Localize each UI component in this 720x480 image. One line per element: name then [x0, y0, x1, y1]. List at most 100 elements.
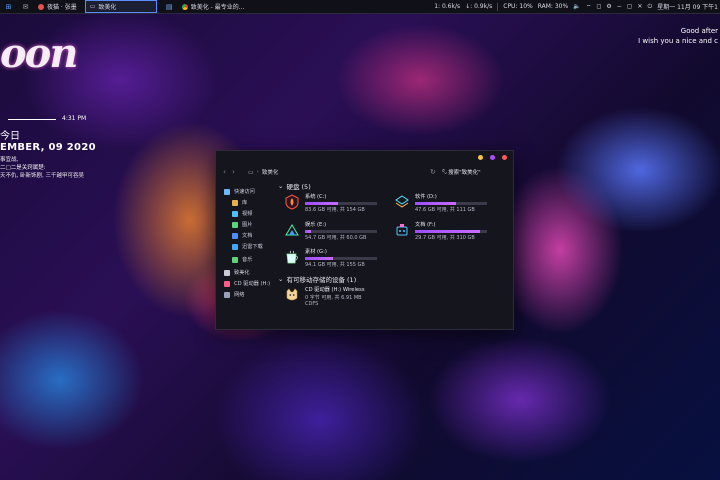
decorative-script-text: oon: [0, 30, 78, 77]
cpu-readout: CPU: 10%: [503, 3, 533, 10]
speaker-icon[interactable]: 🔈: [573, 3, 580, 10]
sidebar-item-label: 图片: [242, 222, 253, 228]
forward-arrow-icon[interactable]: ›: [229, 168, 238, 176]
sidebar-item-label: 库: [242, 200, 248, 206]
quote-line: 事宜战,: [0, 157, 19, 163]
system-tray: 1: 0.6k/s ↓: 0.9k/s CPU: 10% RAM: 30% 🔈 …: [434, 2, 720, 11]
drive-free-space: 94.1 GB 可用, 共 155 GB: [305, 262, 365, 268]
music-icon: [232, 256, 238, 263]
shield-drive-icon: [285, 194, 299, 210]
star-icon: [224, 188, 230, 195]
drive-name: 文档 (F:): [415, 222, 436, 228]
drive-item[interactable]: 软件 (D:) 47.6 GB 可用, 共 111 GB: [394, 194, 487, 213]
drive-usage-bar: [415, 230, 487, 233]
mountain-drive-icon: [285, 224, 299, 236]
net-up-readout: ↓: 0.9k/s: [465, 3, 493, 10]
fullscreen-icon[interactable]: ▢: [627, 3, 633, 10]
computer-icon: ▭: [248, 168, 254, 176]
drive-free-space: 29.7 GB 可用, 共 310 GB: [415, 235, 475, 241]
window-controls: [478, 155, 507, 160]
drive-info: 系统 (C:) 83.6 GB 可用, 共 154 GB: [305, 194, 377, 213]
sidebar-item[interactable]: 文档: [224, 230, 276, 241]
sidebar-item[interactable]: 快速访问: [224, 186, 276, 197]
cup-drive-icon: [286, 250, 298, 264]
drive-free-space: 0 字节 可用, 共 6.91 MB: [305, 295, 362, 301]
sidebar-item-label: 快速访问: [234, 189, 255, 195]
refresh-icon[interactable]: ↻: [430, 168, 436, 176]
document-icon: [232, 232, 238, 239]
picture-icon: [232, 221, 238, 228]
drive-info: 娱乐 (E:) 54.7 GB 可用, 共 60.0 GB: [305, 222, 377, 241]
notification-icon[interactable]: ◻: [596, 3, 601, 10]
sidebar-item[interactable]: CD 驱动器 (H:): [224, 278, 276, 289]
settings-icon[interactable]: ⚙: [606, 3, 611, 10]
explorer-window: ‹ › ▭ › 致美化 ⌄ ↻ ⌕ 搜索"致美化" 快速访问库视频图片文档迅雷下…: [215, 150, 514, 330]
minus-icon[interactable]: −: [617, 3, 622, 10]
removable-drive-item[interactable]: CD 驱动器 (H:) Wireless 0 字节 可用, 共 6.91 MB …: [284, 287, 365, 307]
search-input[interactable]: ⌕ 搜索"致美化": [442, 167, 504, 176]
section-title: 硬盘 (5): [286, 183, 311, 191]
clock-time: 4:31 PM: [62, 115, 87, 122]
drive-name: 娱乐 (E:): [305, 222, 327, 228]
chevron-down-icon: ⌄: [278, 275, 284, 283]
taskbar-item-explorer[interactable]: ▭ 致美化: [84, 0, 157, 13]
removable-section-header[interactable]: ⌄ 有可移动存储的设备 (1): [278, 274, 508, 284]
start-icon[interactable]: ⊞: [4, 2, 13, 11]
sidebar-item-label: 网络: [234, 292, 245, 298]
content-pane: ⌄ 硬盘 (5) 系统 (C:) 83.6 GB 可用, 共 154 GB 软件 (…: [278, 181, 508, 307]
close-icon[interactable]: ✕: [637, 3, 642, 10]
address-bar[interactable]: ▭ › 致美化: [248, 168, 423, 177]
quote-line: 天不仇, 卧新饰剧, 三千越甲可吞吴: [0, 173, 84, 179]
cd-drive-icon: [286, 288, 298, 301]
sidebar-item[interactable]: 致美化: [224, 267, 276, 278]
drive-info: 软件 (D:) 47.6 GB 可用, 共 111 GB: [415, 194, 487, 213]
minimize-button[interactable]: [478, 155, 483, 160]
sidebar-item-label: 致美化: [234, 270, 250, 276]
drive-item[interactable]: 素材 (G:) 94.1 GB 可用, 共 155 GB: [284, 249, 377, 268]
drive-usage-bar: [415, 202, 487, 205]
network-tray-icon[interactable]: ⌔: [586, 3, 592, 11]
taskbar-item-nightcat[interactable]: 夜猫 · 张墨: [34, 1, 81, 12]
sidebar-item-label: 视频: [242, 211, 253, 217]
drive-usage-fill: [305, 202, 339, 205]
tray-divider: [497, 2, 499, 11]
calendar-icon[interactable]: ▤: [165, 2, 174, 11]
folder-icon: ▭: [89, 3, 96, 10]
taskbar-item-browser[interactable]: 致美化 - 最专业的...: [178, 1, 249, 12]
sidebar-item[interactable]: 音乐: [224, 254, 276, 265]
drive-item[interactable]: 文档 (F:) 29.7 GB 可用, 共 310 GB: [394, 222, 487, 241]
drives-section-header[interactable]: ⌄ 硬盘 (5): [278, 181, 508, 191]
net-down-readout: 1: 0.6k/s: [434, 3, 461, 10]
taskbar: ⊞ ✉ 夜猫 · 张墨 ▭ 致美化 ▤ 致美化 - 最专业的... 1: 0.6…: [0, 0, 720, 14]
sidebar-item[interactable]: 图片: [224, 219, 276, 230]
mail-icon[interactable]: ✉: [21, 2, 30, 11]
sidebar-item-label: 文档: [242, 233, 253, 239]
power-icon[interactable]: ⏻: [647, 3, 652, 11]
drive-info: 素材 (G:) 94.1 GB 可用, 共 155 GB: [305, 249, 377, 268]
sidebar-item[interactable]: 库: [224, 197, 276, 208]
back-arrow-icon[interactable]: ‹: [220, 168, 229, 176]
navigation-pane: 快速访问库视频图片文档迅雷下载音乐致美化 CD 驱动器 (H:) 网络: [224, 186, 276, 300]
drive-item[interactable]: 娱乐 (E:) 54.7 GB 可用, 共 60.0 GB: [284, 222, 377, 241]
sidebar-item[interactable]: 视频: [224, 208, 276, 219]
maximize-button[interactable]: [490, 155, 495, 160]
chevron-down-icon: ⌄: [278, 182, 284, 190]
drive-usage-bar: [305, 202, 377, 205]
search-icon: ⌕: [442, 168, 446, 174]
close-button[interactable]: [502, 155, 507, 160]
taskbar-item-label: 夜猫 · 张墨: [47, 4, 77, 11]
sidebar-item[interactable]: 迅雷下载: [224, 241, 276, 252]
sidebar-item[interactable]: 网络: [224, 289, 276, 300]
taskbar-item-label: 致美化: [98, 4, 117, 11]
taskbar-item-label: 致美化 - 最专业的...: [190, 4, 245, 11]
drive-free-space: 47.6 GB 可用, 共 111 GB: [415, 207, 475, 213]
sidebar-item-label: 音乐: [242, 257, 253, 263]
drive-usage-fill: [415, 202, 457, 205]
drive-usage-bar: [305, 257, 377, 260]
greeting-widget: Good after I wish you a nice and c: [638, 26, 718, 46]
drive-name: 系统 (C:): [305, 194, 327, 200]
drive-name: 素材 (G:): [305, 249, 327, 255]
clock-divider: [8, 119, 56, 120]
drive-item[interactable]: 系统 (C:) 83.6 GB 可用, 共 154 GB: [284, 194, 377, 213]
taskbar-datetime[interactable]: 星期一 11月 09 下午1: [657, 2, 718, 11]
